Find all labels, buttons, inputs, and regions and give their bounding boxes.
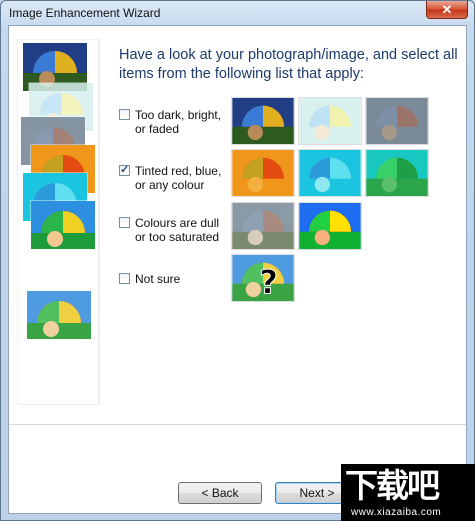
close-icon: ✕ [441,1,453,17]
checkbox-dull-colours[interactable] [119,217,130,228]
option-not-sure[interactable]: Not sure [119,272,235,286]
instruction-heading: Have a look at your photograph/image, an… [119,47,458,82]
site-watermark: 下载吧 www.xiazaiba.com [341,464,475,521]
umbrella-thumbnail-icon [298,97,362,145]
option-label: Too dark, bright, or faded [135,108,222,136]
umbrella-thumbnail-icon [298,202,362,250]
checkbox-too-dark[interactable] [119,109,130,120]
umbrella-thumbnail-icon [30,200,96,250]
umbrella-thumbnail-icon [231,149,295,197]
umbrella-thumbnail-icon [231,202,295,250]
watermark-url: www.xiazaiba.com [351,507,442,518]
side-illustration-panel [18,40,99,404]
option-too-dark[interactable]: Too dark, bright, or faded [119,108,235,136]
checkbox-not-sure[interactable] [119,273,130,284]
umbrella-thumbnail-icon [298,149,362,197]
umbrella-thumbnail-icon [365,97,429,145]
question-mark-icon: ? [231,254,295,302]
umbrella-thumbnail-icon [365,149,429,197]
option-label: Not sure [135,272,181,286]
window-title: Image Enhancement Wizard [9,6,161,20]
watermark-logo-text: 下载吧 [345,466,440,505]
option-tinted[interactable]: Tinted red, blue, or any colour [119,163,235,192]
button-divider [9,424,466,425]
svg-text:?: ? [259,263,278,301]
umbrella-thumbnail-icon [231,97,295,145]
wizard-window: Image Enhancement Wizard ✕ Have a look a… [0,0,475,521]
checkbox-tinted[interactable] [119,163,130,177]
title-bar: Image Enhancement Wizard ✕ [1,1,474,25]
option-label: Tinted red, blue, or any colour [135,164,222,192]
back-button[interactable]: < Back [178,482,262,504]
close-button[interactable]: ✕ [426,1,468,19]
umbrella-thumbnail-icon [26,290,92,340]
wizard-content: Have a look at your photograph/image, an… [8,25,467,514]
option-dull-colours[interactable]: Colours are dull or too saturated [119,216,235,244]
option-label: Colours are dull or too saturated [135,216,220,244]
